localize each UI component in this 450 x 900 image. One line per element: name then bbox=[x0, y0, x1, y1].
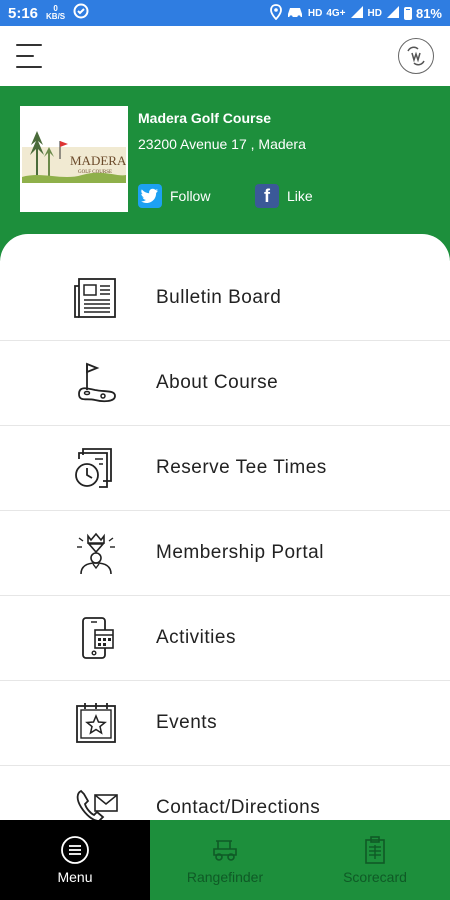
tab-label: Menu bbox=[57, 869, 93, 885]
battery-icon bbox=[403, 6, 412, 20]
golf-cart-icon bbox=[210, 835, 240, 865]
menu-item-label: About Course bbox=[156, 372, 279, 393]
tab-label: Rangefinder bbox=[186, 869, 264, 885]
signal-icon-2 bbox=[386, 5, 400, 22]
menu-item-activities[interactable]: Activities bbox=[0, 596, 450, 681]
location-icon bbox=[269, 3, 282, 23]
clipboard-icon bbox=[360, 835, 390, 865]
calendar-star-icon bbox=[72, 699, 120, 747]
menu-item-about-course[interactable]: About Course bbox=[0, 341, 450, 426]
golf-flag-icon bbox=[72, 359, 120, 407]
menu-item-contact-directions[interactable]: Contact/Directions bbox=[0, 766, 450, 820]
menu-list: Bulletin Board About Course Reserve Tee … bbox=[0, 234, 450, 820]
tab-rangefinder[interactable]: Rangefinder bbox=[150, 820, 300, 900]
tab-label: Scorecard bbox=[343, 869, 407, 885]
course-logo: MADERA GOLF COURSE bbox=[20, 106, 128, 212]
tab-menu[interactable]: Menu bbox=[0, 820, 150, 900]
network-type: 4G+ bbox=[326, 7, 346, 19]
menu-item-label: Contact/Directions bbox=[156, 797, 321, 818]
menu-item-reserve-tee-times[interactable]: Reserve Tee Times bbox=[0, 426, 450, 511]
menu-item-label: Bulletin Board bbox=[156, 287, 282, 308]
course-name: Madera Golf Course bbox=[138, 110, 272, 126]
hamburger-menu-icon[interactable] bbox=[16, 44, 46, 68]
app-header bbox=[0, 26, 450, 86]
clock-document-icon bbox=[72, 444, 120, 492]
menu-item-label: Activities bbox=[156, 627, 236, 648]
facebook-like-button[interactable]: f Like bbox=[255, 184, 313, 208]
menu-circle-icon bbox=[60, 835, 90, 865]
newspaper-icon bbox=[72, 274, 120, 322]
menu-item-bulletin-board[interactable]: Bulletin Board bbox=[0, 256, 450, 341]
status-bar: 5:16 0 KB/S HD 4G+ HD 81% bbox=[0, 0, 450, 26]
car-mode-icon bbox=[286, 5, 304, 22]
phone-mail-icon bbox=[72, 784, 120, 820]
member-crown-icon bbox=[72, 529, 120, 577]
network-right: HD bbox=[367, 7, 382, 19]
app-logo-icon[interactable] bbox=[398, 38, 434, 74]
course-logo-title: MADERA bbox=[70, 153, 126, 168]
menu-item-events[interactable]: Events bbox=[0, 681, 450, 766]
sync-icon bbox=[73, 3, 89, 23]
menu-item-membership-portal[interactable]: Membership Portal bbox=[0, 511, 450, 596]
twitter-follow-button[interactable]: Follow bbox=[138, 184, 210, 208]
like-label: Like bbox=[287, 188, 313, 204]
status-time: 5:16 bbox=[8, 4, 39, 22]
signal-icon bbox=[350, 5, 364, 22]
battery-percent: 81% bbox=[415, 5, 442, 21]
menu-item-label: Reserve Tee Times bbox=[156, 457, 327, 478]
data-rate-unit: KB/S bbox=[46, 12, 66, 21]
course-address: 23200 Avenue 17 , Madera bbox=[138, 136, 306, 152]
data-rate-indicator: 0 KB/S bbox=[46, 5, 65, 21]
phone-calendar-icon bbox=[72, 614, 120, 662]
network-left: HD bbox=[307, 7, 323, 19]
twitter-icon bbox=[138, 184, 162, 208]
menu-item-label: Membership Portal bbox=[156, 542, 324, 563]
facebook-icon: f bbox=[255, 184, 279, 208]
follow-label: Follow bbox=[170, 188, 211, 204]
course-logo-subtitle: GOLF COURSE bbox=[78, 170, 112, 175]
bottom-nav: Menu Rangefinder Scorecard bbox=[0, 820, 450, 900]
tab-scorecard[interactable]: Scorecard bbox=[300, 820, 450, 900]
menu-item-label: Events bbox=[156, 712, 218, 733]
